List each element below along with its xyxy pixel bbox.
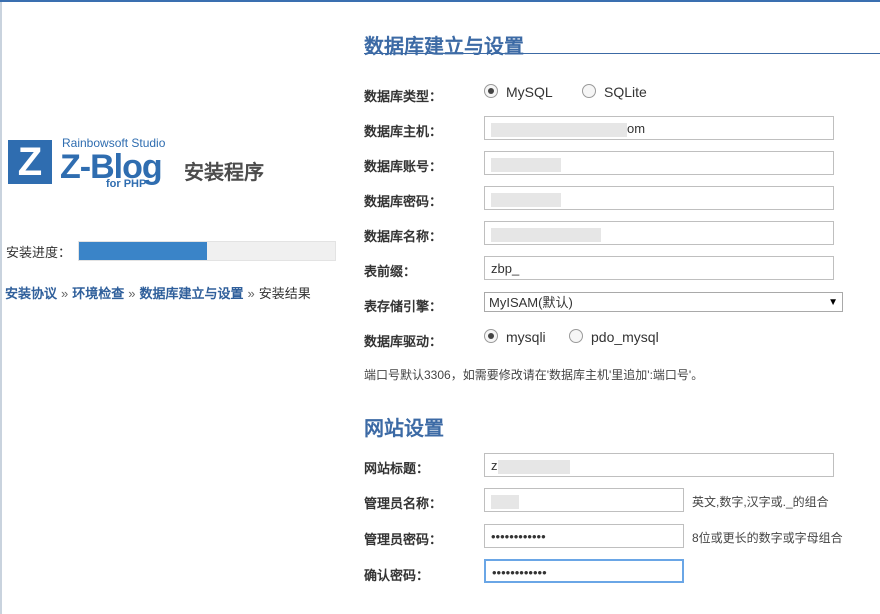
dropdown-arrow-icon: ▼ bbox=[828, 297, 838, 308]
logo-for-php: for PHP bbox=[106, 178, 147, 190]
db-host-input[interactable]: om bbox=[484, 116, 834, 140]
db-type-label: 数据库类型： bbox=[364, 89, 443, 104]
step-agreement[interactable]: 安装协议 bbox=[5, 286, 57, 301]
install-steps: 安装协议» 环境检查» 数据库建立与设置» 安装结果 bbox=[5, 283, 311, 302]
step-environment-check[interactable]: 环境检查 bbox=[72, 286, 124, 301]
storage-engine-value: MyISAM(默认) bbox=[489, 295, 573, 310]
redacted-mask bbox=[491, 192, 561, 207]
site-title-input[interactable]: z bbox=[484, 453, 834, 477]
db-section-title: 数据库建立与设置 bbox=[364, 36, 524, 58]
table-prefix-input[interactable]: zbp_ bbox=[484, 256, 834, 280]
radio-unchecked-icon bbox=[582, 84, 596, 98]
progress-fill bbox=[79, 242, 207, 260]
site-title-label: 网站标题： bbox=[364, 461, 430, 476]
admin-password-label: 管理员密码： bbox=[364, 532, 443, 547]
driver-mysqli-radio[interactable]: mysqli bbox=[484, 329, 546, 345]
db-host-label: 数据库主机： bbox=[364, 124, 443, 139]
port-hint: 端口号默认3306，如需要修改请在'数据库主机'里追加':端口号'。 bbox=[364, 368, 704, 382]
db-name-input[interactable] bbox=[484, 221, 834, 245]
redacted-mask bbox=[497, 459, 570, 474]
admin-name-input[interactable] bbox=[484, 488, 684, 512]
driver-mysqli-label: mysqli bbox=[506, 329, 546, 345]
zblog-logo: Z Rainbowsoft Studio Z-Blog for PHP 安装程序 bbox=[8, 136, 328, 196]
logo-badge: Z bbox=[8, 140, 52, 184]
radio-checked-icon bbox=[484, 84, 498, 98]
admin-name-hint: 英文,数字,汉字或._的组合 bbox=[692, 495, 829, 509]
db-account-input[interactable] bbox=[484, 151, 834, 175]
db-type-mysql-label: MySQL bbox=[506, 84, 553, 100]
db-name-label: 数据库名称： bbox=[364, 229, 443, 244]
installer-title: 安装程序 bbox=[184, 162, 264, 184]
driver-pdo-mysql-radio[interactable]: pdo_mysql bbox=[569, 329, 659, 345]
db-password-input[interactable] bbox=[484, 186, 834, 210]
table-prefix-label: 表前缀： bbox=[364, 264, 417, 279]
db-type-mysql-radio[interactable]: MySQL bbox=[484, 84, 553, 100]
section-divider bbox=[364, 53, 880, 54]
storage-engine-label: 表存储引擎： bbox=[364, 299, 443, 314]
left-border bbox=[0, 2, 2, 614]
top-border bbox=[0, 0, 880, 2]
admin-password-input[interactable]: •••••••••••• bbox=[484, 524, 684, 548]
db-type-sqlite-label: SQLite bbox=[604, 84, 647, 100]
admin-name-label: 管理员名称： bbox=[364, 496, 443, 511]
redacted-mask bbox=[491, 157, 561, 172]
redacted-mask bbox=[491, 122, 627, 137]
confirm-password-input[interactable]: •••••••••••• bbox=[484, 559, 684, 583]
progress-label: 安装进度： bbox=[6, 245, 72, 260]
step-result: 安装结果 bbox=[258, 286, 311, 301]
redacted-mask bbox=[491, 227, 601, 242]
site-section-title: 网站设置 bbox=[364, 418, 444, 440]
step-database-setup[interactable]: 数据库建立与设置 bbox=[140, 286, 244, 301]
db-host-value: om bbox=[627, 121, 646, 136]
db-type-sqlite-radio[interactable]: SQLite bbox=[582, 84, 647, 100]
step-separator: » bbox=[61, 286, 69, 301]
db-account-label: 数据库账号： bbox=[364, 159, 443, 174]
driver-pdo-mysql-label: pdo_mysql bbox=[591, 329, 659, 345]
step-separator: » bbox=[247, 286, 255, 301]
confirm-password-label: 确认密码： bbox=[364, 568, 430, 583]
admin-password-hint: 8位或更长的数字或字母组合 bbox=[692, 531, 843, 545]
storage-engine-select[interactable]: MyISAM(默认) ▼ bbox=[484, 292, 843, 312]
db-password-label: 数据库密码： bbox=[364, 194, 443, 209]
db-driver-label: 数据库驱动： bbox=[364, 334, 443, 349]
radio-checked-icon bbox=[484, 329, 498, 343]
radio-unchecked-icon bbox=[569, 329, 583, 343]
redacted-mask bbox=[491, 494, 519, 509]
progress-bar bbox=[78, 241, 336, 261]
step-separator: » bbox=[128, 286, 136, 301]
